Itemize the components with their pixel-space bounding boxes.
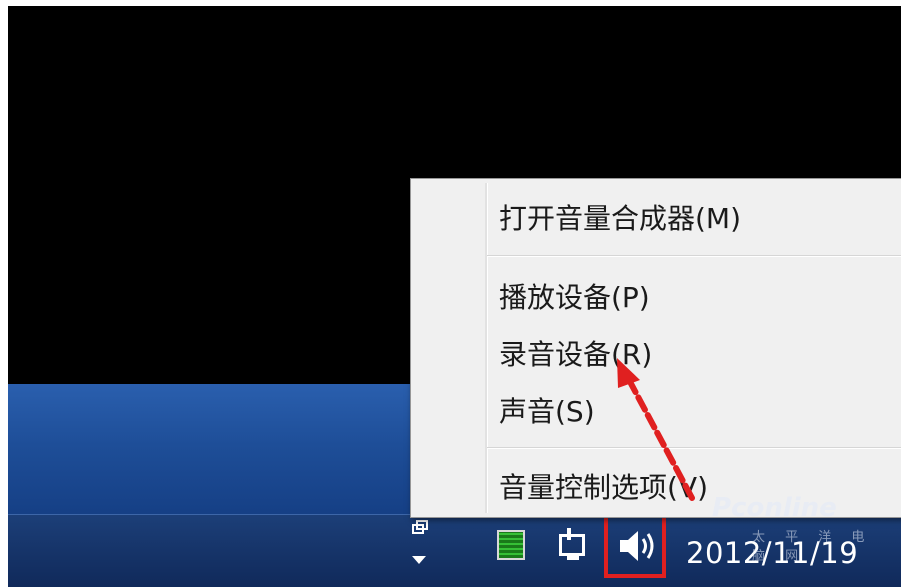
menu-separator [487, 447, 901, 449]
network-icon[interactable] [557, 528, 593, 562]
menu-gutter [485, 183, 488, 513]
menu-separator [487, 255, 901, 257]
volume-context-menu: 打开音量合成器(M) 播放设备(P) 录音设备(R) 声音(S) 音量控制选项(… [410, 178, 901, 518]
green-app-icon[interactable] [497, 530, 525, 560]
menu-item-playback-devices[interactable]: 播放设备(P) [499, 276, 650, 316]
watermark-brand: Pconline [712, 493, 837, 523]
menu-item-volume-control-options[interactable]: 音量控制选项(V) [499, 466, 708, 506]
menu-item-recording-devices[interactable]: 录音设备(R) [499, 333, 652, 373]
speaker-highlight-box [604, 508, 666, 578]
menu-item-open-volume-mixer[interactable]: 打开音量合成器(M) [499, 197, 741, 237]
watermark-sub: 太 平 洋 电 脑 网 [752, 530, 873, 564]
menu-item-sounds[interactable]: 声音(S) [499, 390, 595, 430]
show-hidden-icons-icon[interactable] [408, 520, 430, 572]
